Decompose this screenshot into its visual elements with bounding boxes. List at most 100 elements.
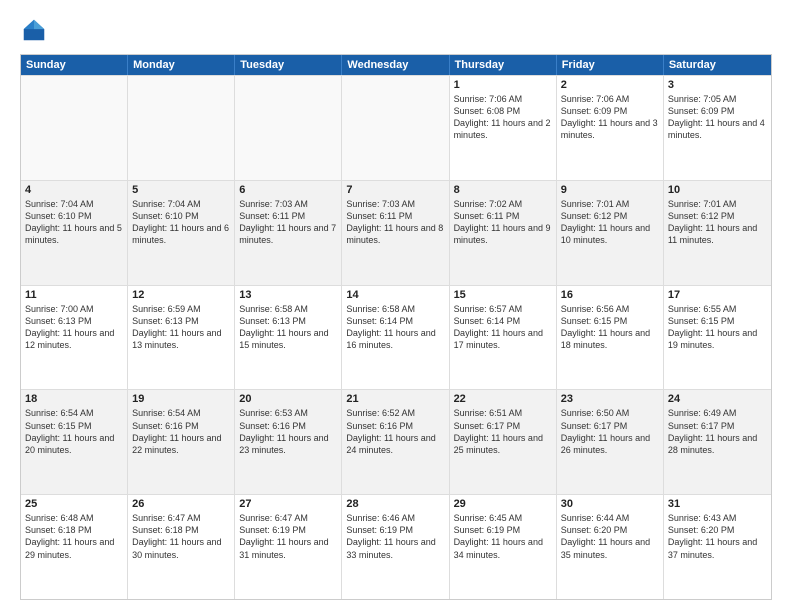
calendar-row-1: 4 Sunrise: 7:04 AM Sunset: 6:10 PM Daylig… <box>21 180 771 285</box>
day-number: 18 <box>25 393 123 405</box>
day-number: 10 <box>668 184 767 196</box>
cell-info: Sunrise: 6:57 AM Sunset: 6:14 PM Dayligh… <box>454 303 552 352</box>
calendar-cell-10: 10 Sunrise: 7:01 AM Sunset: 6:12 PM Dayli… <box>664 181 771 285</box>
day-number: 16 <box>561 289 659 301</box>
day-number: 2 <box>561 79 659 91</box>
calendar-cell-24: 24 Sunrise: 6:49 AM Sunset: 6:17 PM Dayli… <box>664 390 771 494</box>
calendar-cell-2: 2Sunrise: 7:06 AM Sunset: 6:09 PM Daylig… <box>557 76 664 180</box>
day-number: 11 <box>25 289 123 301</box>
calendar-cell-18: 18 Sunrise: 6:54 AM Sunset: 6:15 PM Dayli… <box>21 390 128 494</box>
day-number: 19 <box>132 393 230 405</box>
day-number: 9 <box>561 184 659 196</box>
calendar-cell-1: 1 Sunrise: 7:06 AM Sunset: 6:08 PM Daylig… <box>450 76 557 180</box>
calendar-cell-empty <box>342 76 449 180</box>
calendar-cell-19: 19 Sunrise: 6:54 AM Sunset: 6:16 PM Dayli… <box>128 390 235 494</box>
calendar-cell-3: 3 Sunrise: 7:05 AM Sunset: 6:09 PM Daylig… <box>664 76 771 180</box>
calendar-cell-16: 16 Sunrise: 6:56 AM Sunset: 6:15 PM Dayli… <box>557 286 664 390</box>
cell-info: Sunrise: 6:44 AM Sunset: 6:20 PM Dayligh… <box>561 512 659 561</box>
day-number: 13 <box>239 289 337 301</box>
day-number: 23 <box>561 393 659 405</box>
calendar-row-2: 11 Sunrise: 7:00 AM Sunset: 6:13 PM Dayli… <box>21 285 771 390</box>
calendar-cell-15: 15Sunrise: 6:57 AM Sunset: 6:14 PM Dayli… <box>450 286 557 390</box>
day-number: 1 <box>454 79 552 91</box>
day-number: 12 <box>132 289 230 301</box>
calendar-row-0: 1 Sunrise: 7:06 AM Sunset: 6:08 PM Daylig… <box>21 75 771 180</box>
cell-info: Sunrise: 6:52 AM Sunset: 6:16 PM Dayligh… <box>346 407 444 456</box>
cell-info: Sunrise: 6:59 AM Sunset: 6:13 PM Dayligh… <box>132 303 230 352</box>
calendar-cell-22: 22Sunrise: 6:51 AM Sunset: 6:17 PM Dayli… <box>450 390 557 494</box>
calendar-cell-28: 28 Sunrise: 6:46 AM Sunset: 6:19 PM Dayli… <box>342 495 449 599</box>
header-day-monday: Monday <box>128 55 235 75</box>
cell-info: Sunrise: 6:45 AM Sunset: 6:19 PM Dayligh… <box>454 512 552 561</box>
cell-info: Sunrise: 7:01 AM Sunset: 6:12 PM Dayligh… <box>668 198 767 247</box>
calendar-cell-26: 26Sunrise: 6:47 AM Sunset: 6:18 PM Dayli… <box>128 495 235 599</box>
cell-info: Sunrise: 6:58 AM Sunset: 6:13 PM Dayligh… <box>239 303 337 352</box>
cell-info: Sunrise: 7:03 AM Sunset: 6:11 PM Dayligh… <box>239 198 337 247</box>
calendar-cell-29: 29Sunrise: 6:45 AM Sunset: 6:19 PM Dayli… <box>450 495 557 599</box>
cell-info: Sunrise: 7:02 AM Sunset: 6:11 PM Dayligh… <box>454 198 552 247</box>
cell-info: Sunrise: 6:43 AM Sunset: 6:20 PM Dayligh… <box>668 512 767 561</box>
calendar-cell-31: 31 Sunrise: 6:43 AM Sunset: 6:20 PM Dayli… <box>664 495 771 599</box>
calendar-cell-11: 11 Sunrise: 7:00 AM Sunset: 6:13 PM Dayli… <box>21 286 128 390</box>
day-number: 14 <box>346 289 444 301</box>
cell-info: Sunrise: 6:56 AM Sunset: 6:15 PM Dayligh… <box>561 303 659 352</box>
calendar-cell-25: 25 Sunrise: 6:48 AM Sunset: 6:18 PM Dayli… <box>21 495 128 599</box>
day-number: 27 <box>239 498 337 510</box>
header-day-thursday: Thursday <box>450 55 557 75</box>
header <box>20 16 772 44</box>
page: SundayMondayTuesdayWednesdayThursdayFrid… <box>0 0 792 612</box>
header-day-wednesday: Wednesday <box>342 55 449 75</box>
day-number: 20 <box>239 393 337 405</box>
cell-info: Sunrise: 7:04 AM Sunset: 6:10 PM Dayligh… <box>132 198 230 247</box>
calendar-row-4: 25 Sunrise: 6:48 AM Sunset: 6:18 PM Dayli… <box>21 494 771 599</box>
cell-info: Sunrise: 7:03 AM Sunset: 6:11 PM Dayligh… <box>346 198 444 247</box>
calendar-cell-empty <box>21 76 128 180</box>
cell-info: Sunrise: 6:49 AM Sunset: 6:17 PM Dayligh… <box>668 407 767 456</box>
calendar-cell-13: 13 Sunrise: 6:58 AM Sunset: 6:13 PM Dayli… <box>235 286 342 390</box>
day-number: 8 <box>454 184 552 196</box>
calendar-cell-12: 12 Sunrise: 6:59 AM Sunset: 6:13 PM Dayli… <box>128 286 235 390</box>
logo-icon <box>20 16 48 44</box>
day-number: 30 <box>561 498 659 510</box>
cell-info: Sunrise: 7:00 AM Sunset: 6:13 PM Dayligh… <box>25 303 123 352</box>
cell-info: Sunrise: 7:05 AM Sunset: 6:09 PM Dayligh… <box>668 93 767 142</box>
header-day-saturday: Saturday <box>664 55 771 75</box>
day-number: 17 <box>668 289 767 301</box>
calendar-cell-5: 5Sunrise: 7:04 AM Sunset: 6:10 PM Daylig… <box>128 181 235 285</box>
cell-info: Sunrise: 7:06 AM Sunset: 6:08 PM Dayligh… <box>454 93 552 142</box>
day-number: 6 <box>239 184 337 196</box>
calendar-cell-17: 17Sunrise: 6:55 AM Sunset: 6:15 PM Dayli… <box>664 286 771 390</box>
calendar-cell-8: 8 Sunrise: 7:02 AM Sunset: 6:11 PM Daylig… <box>450 181 557 285</box>
day-number: 4 <box>25 184 123 196</box>
cell-info: Sunrise: 6:46 AM Sunset: 6:19 PM Dayligh… <box>346 512 444 561</box>
calendar-cell-30: 30 Sunrise: 6:44 AM Sunset: 6:20 PM Dayli… <box>557 495 664 599</box>
calendar-cell-4: 4Sunrise: 7:04 AM Sunset: 6:10 PM Daylig… <box>21 181 128 285</box>
cell-info: Sunrise: 6:54 AM Sunset: 6:16 PM Dayligh… <box>132 407 230 456</box>
calendar-cell-23: 23 Sunrise: 6:50 AM Sunset: 6:17 PM Dayli… <box>557 390 664 494</box>
calendar-cell-empty <box>128 76 235 180</box>
header-day-friday: Friday <box>557 55 664 75</box>
calendar-cell-6: 6 Sunrise: 7:03 AM Sunset: 6:11 PM Daylig… <box>235 181 342 285</box>
cell-info: Sunrise: 6:48 AM Sunset: 6:18 PM Dayligh… <box>25 512 123 561</box>
calendar: SundayMondayTuesdayWednesdayThursdayFrid… <box>20 54 772 600</box>
day-number: 3 <box>668 79 767 91</box>
header-day-sunday: Sunday <box>21 55 128 75</box>
day-number: 24 <box>668 393 767 405</box>
calendar-cell-14: 14Sunrise: 6:58 AM Sunset: 6:14 PM Dayli… <box>342 286 449 390</box>
calendar-cell-9: 9 Sunrise: 7:01 AM Sunset: 6:12 PM Daylig… <box>557 181 664 285</box>
cell-info: Sunrise: 6:54 AM Sunset: 6:15 PM Dayligh… <box>25 407 123 456</box>
calendar-cell-27: 27Sunrise: 6:47 AM Sunset: 6:19 PM Dayli… <box>235 495 342 599</box>
cell-info: Sunrise: 6:50 AM Sunset: 6:17 PM Dayligh… <box>561 407 659 456</box>
calendar-cell-20: 20 Sunrise: 6:53 AM Sunset: 6:16 PM Dayli… <box>235 390 342 494</box>
day-number: 31 <box>668 498 767 510</box>
cell-info: Sunrise: 6:47 AM Sunset: 6:18 PM Dayligh… <box>132 512 230 561</box>
day-number: 28 <box>346 498 444 510</box>
day-number: 25 <box>25 498 123 510</box>
cell-info: Sunrise: 7:01 AM Sunset: 6:12 PM Dayligh… <box>561 198 659 247</box>
cell-info: Sunrise: 6:53 AM Sunset: 6:16 PM Dayligh… <box>239 407 337 456</box>
calendar-row-3: 18 Sunrise: 6:54 AM Sunset: 6:15 PM Dayli… <box>21 389 771 494</box>
calendar-cell-empty <box>235 76 342 180</box>
calendar-cell-21: 21Sunrise: 6:52 AM Sunset: 6:16 PM Dayli… <box>342 390 449 494</box>
header-day-tuesday: Tuesday <box>235 55 342 75</box>
calendar-header: SundayMondayTuesdayWednesdayThursdayFrid… <box>21 55 771 75</box>
